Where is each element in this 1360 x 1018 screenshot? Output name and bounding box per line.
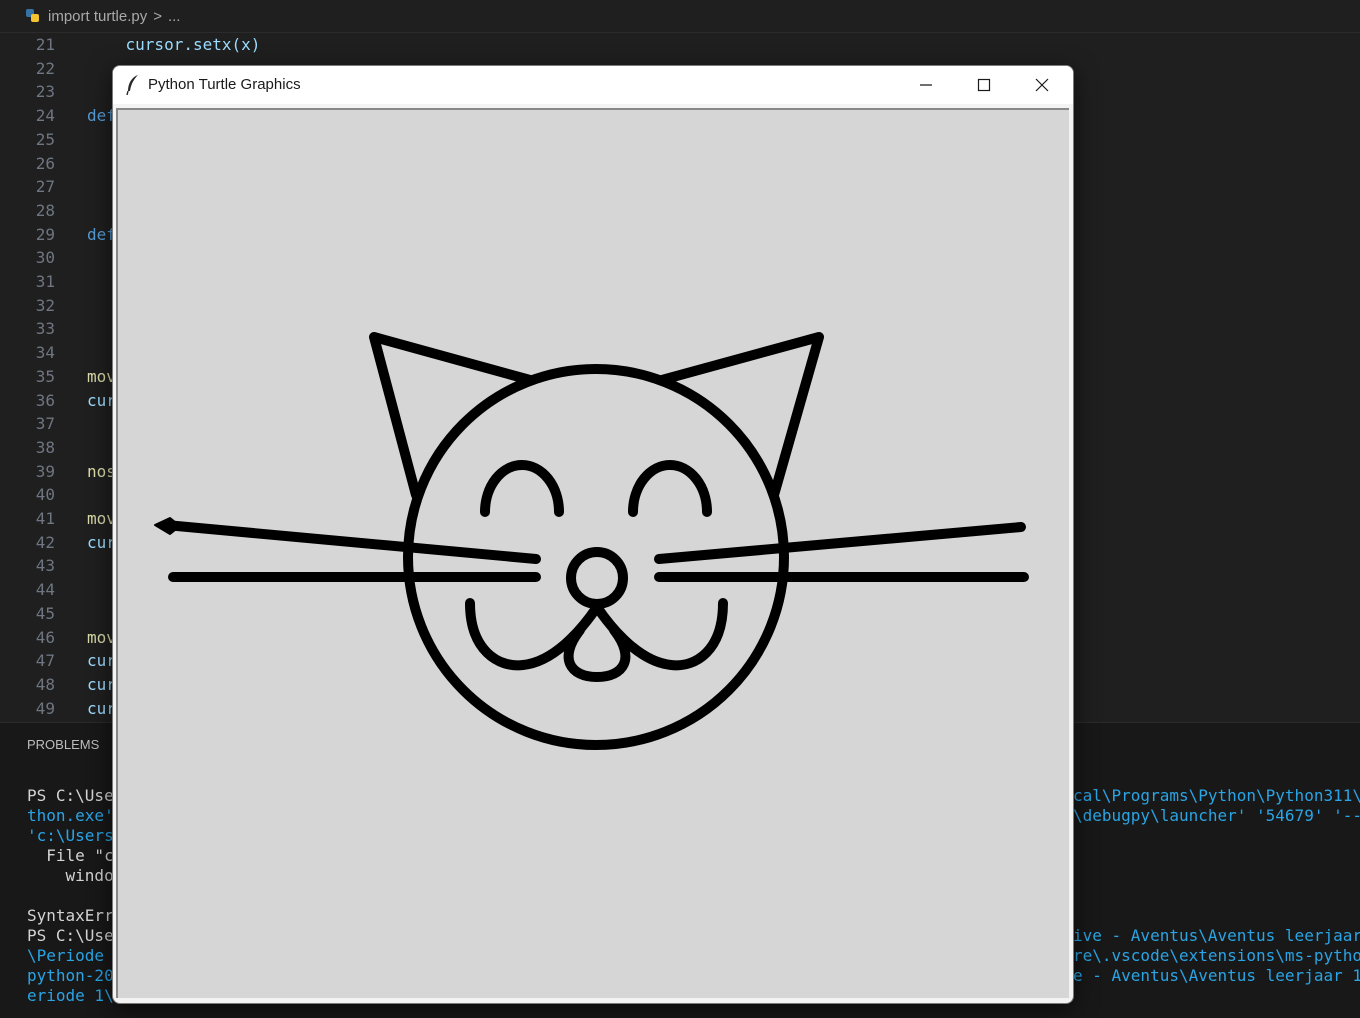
line-number: 29 — [35, 224, 55, 244]
line-number: 46 — [35, 627, 55, 647]
close-icon — [1035, 78, 1049, 92]
maximize-button[interactable] — [955, 66, 1013, 104]
terminal-line: PS C:\User — [27, 786, 124, 805]
terminal-line: thon.exe' — [27, 806, 114, 825]
breadcrumb: import turtle.py > ... — [0, 0, 1360, 33]
line-number: 31 — [35, 272, 55, 291]
terminal-line-right: re\.vscode\extensions\ms-python. — [1073, 946, 1360, 965]
line-number: 42 — [35, 532, 55, 552]
whisker-right-top — [654, 522, 1026, 564]
line-number: 48 — [35, 674, 55, 694]
cat-drawing — [154, 332, 1029, 750]
line-number: 25 — [35, 129, 55, 149]
line-number: 43 — [35, 556, 55, 576]
terminal-line: window — [27, 866, 124, 885]
line-number: 47 — [35, 651, 55, 671]
minimize-icon — [920, 84, 932, 86]
line-number: 49 — [35, 698, 55, 718]
line-number: 44 — [35, 580, 55, 600]
line-number: 22 — [35, 58, 55, 78]
line-number: 37 — [35, 414, 55, 434]
feather-icon — [126, 75, 138, 96]
line-number: 21 — [35, 35, 55, 54]
terminal-line: 'c:\Users\ — [27, 826, 124, 845]
terminal-line: File "c — [27, 846, 114, 865]
terminal-line: \Periode 1 — [27, 946, 124, 965]
terminal-line-right: e - Aventus\Aventus leerjaar 1\P — [1073, 966, 1360, 985]
cat-nose — [566, 547, 628, 609]
breadcrumb-ellipsis[interactable]: ... — [168, 8, 181, 25]
window-title: Python Turtle Graphics — [148, 76, 301, 93]
maximize-icon — [977, 78, 991, 92]
terminal-line: PS C:\User — [27, 926, 124, 945]
line-number: 35 — [35, 366, 55, 386]
line-number: 27 — [35, 177, 55, 197]
line-number: 26 — [35, 153, 55, 173]
cat-mouth — [465, 598, 728, 671]
code-line[interactable]: 21 cursor.setx(x) — [0, 33, 1360, 57]
terminal-line: SyntaxErro — [27, 906, 124, 925]
right-eye — [628, 460, 712, 517]
line-number: 28 — [35, 200, 55, 220]
line-number: 40 — [35, 485, 55, 505]
line-number: 24 — [35, 106, 55, 126]
python-file-icon — [26, 9, 40, 23]
terminal-line: eriode 1\P — [27, 986, 124, 1005]
whisker-left-top — [161, 520, 541, 564]
breadcrumb-file[interactable]: import turtle.py — [48, 8, 147, 25]
turtle-cursor-icon — [154, 517, 181, 535]
cat-tongue — [563, 625, 631, 682]
line-number: 33 — [35, 319, 55, 339]
terminal-line: python-202 — [27, 966, 124, 985]
window-titlebar[interactable]: Python Turtle Graphics — [113, 66, 1073, 104]
tab-problems[interactable]: PROBLEMS — [27, 737, 99, 752]
line-number: 23 — [35, 82, 55, 102]
terminal-line-right: \debugpy\launcher' '54679' '--' — [1073, 806, 1360, 825]
close-button[interactable] — [1013, 66, 1071, 104]
line-number: 34 — [35, 343, 55, 363]
line-number: 41 — [35, 509, 55, 528]
line-number: 36 — [35, 390, 55, 410]
breadcrumb-separator-icon: > — [153, 7, 162, 25]
line-number: 45 — [35, 603, 55, 623]
turtle-canvas[interactable] — [116, 108, 1069, 998]
line-number: 39 — [35, 461, 55, 481]
minimize-button[interactable] — [897, 66, 955, 104]
line-number: 32 — [35, 295, 55, 315]
terminal-line-right: ive - Aventus\Aventus leerjaar 1 — [1073, 926, 1360, 945]
left-eye — [480, 460, 564, 517]
terminal-line-right: cal\Programs\Python\Python311\py — [1073, 786, 1360, 805]
line-number: 30 — [35, 248, 55, 268]
line-number: 38 — [35, 437, 55, 457]
turtle-graphics-window[interactable]: Python Turtle Graphics — [112, 65, 1074, 1004]
code-text[interactable]: cursor.setx(x) — [87, 33, 261, 57]
